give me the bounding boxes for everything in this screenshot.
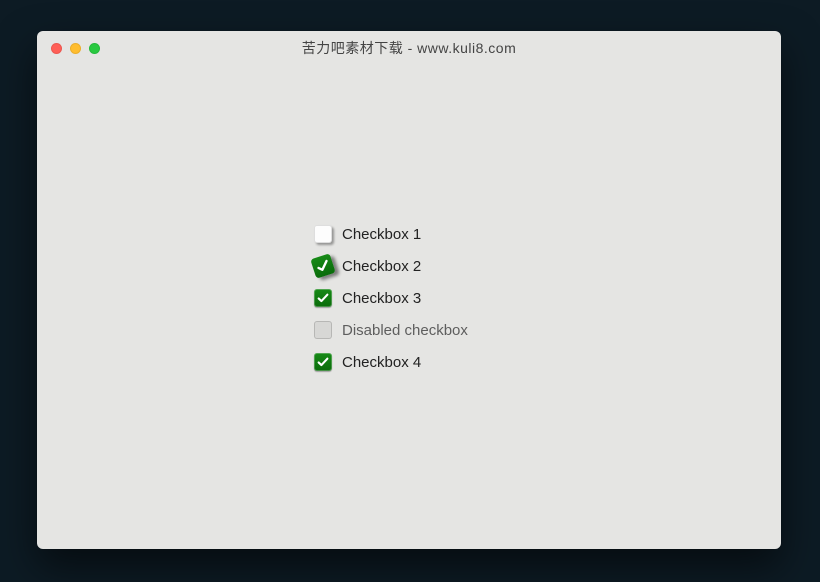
app-window: 苦力吧素材下载 - www.kuli8.com Checkbox 1Checkb… [37,31,781,549]
checkbox-list: Checkbox 1 Checkbox 2 Checkbox 3 Disabled c… [249,225,569,371]
checkbox-row-cb5[interactable]: Checkbox 4 [314,353,504,371]
minimize-icon[interactable] [70,43,81,54]
content-area: Checkbox 1 Checkbox 2 Checkbox 3 Disabled c… [37,65,781,549]
checkbox-row-cb3[interactable]: Checkbox 3 [314,289,504,307]
checkbox-input-cb4 [314,321,332,339]
check-icon [313,256,333,276]
checkbox-label: Disabled checkbox [342,322,468,339]
checkbox-row-cb4: Disabled checkbox [314,321,504,339]
checkbox-input-cb5[interactable] [314,353,332,371]
checkbox-row-cb2[interactable]: Checkbox 2 [314,257,504,275]
checkbox-label: Checkbox 3 [342,290,421,307]
check-icon [316,355,330,369]
checkbox-input-cb1[interactable] [314,225,332,243]
check-icon [316,291,330,305]
checkbox-input-cb3[interactable] [314,289,332,307]
checkbox-label: Checkbox 4 [342,354,421,371]
zoom-icon[interactable] [89,43,100,54]
checkbox-label: Checkbox 1 [342,226,421,243]
checkbox-input-cb2[interactable] [310,253,335,278]
close-icon[interactable] [51,43,62,54]
checkbox-label: Checkbox 2 [342,258,421,275]
window-controls [51,31,100,65]
window-title: 苦力吧素材下载 - www.kuli8.com [302,38,517,58]
titlebar: 苦力吧素材下载 - www.kuli8.com [37,31,781,65]
checkbox-row-cb1[interactable]: Checkbox 1 [314,225,504,243]
